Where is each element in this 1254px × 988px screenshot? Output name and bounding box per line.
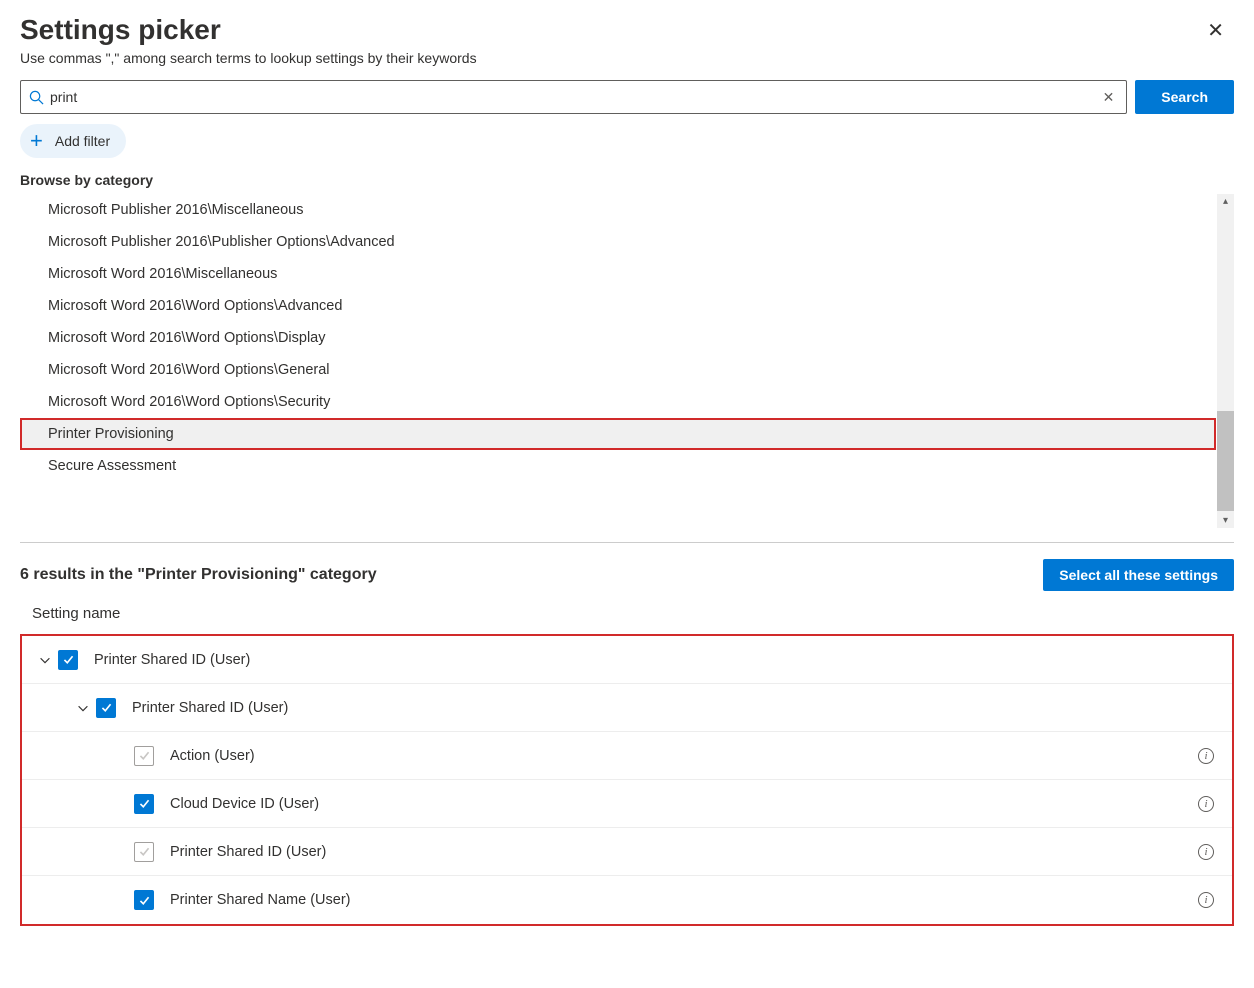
setting-row-cloud-device-id[interactable]: Cloud Device ID (User) i xyxy=(22,780,1232,828)
search-icon xyxy=(29,90,44,105)
scrollbar[interactable]: ▴ ▾ xyxy=(1217,194,1234,528)
category-item[interactable]: Microsoft Word 2016\Word Options\Advance… xyxy=(20,290,1216,322)
category-item[interactable]: Microsoft Word 2016\Miscellaneous xyxy=(20,258,1216,290)
category-item-printer-provisioning[interactable]: Printer Provisioning xyxy=(20,418,1216,450)
scroll-down-icon[interactable]: ▾ xyxy=(1223,513,1228,528)
category-list: Microsoft Publisher 2016\Miscellaneous M… xyxy=(20,194,1216,528)
setting-row-printer-shared-name[interactable]: Printer Shared Name (User) i xyxy=(22,876,1232,924)
plus-icon: + xyxy=(30,130,43,152)
setting-name: Printer Shared ID (User) xyxy=(170,844,1198,860)
category-item[interactable]: Microsoft Word 2016\Word Options\Securit… xyxy=(20,386,1216,418)
category-item[interactable]: Microsoft Publisher 2016\Miscellaneous xyxy=(20,194,1216,226)
setting-row-printer-shared-id[interactable]: Printer Shared ID (User) xyxy=(22,636,1232,684)
setting-name: Cloud Device ID (User) xyxy=(170,796,1198,812)
browse-by-category-label: Browse by category xyxy=(20,172,1234,188)
info-icon[interactable]: i xyxy=(1198,748,1214,764)
info-icon[interactable]: i xyxy=(1198,844,1214,860)
page-title: Settings picker xyxy=(20,14,477,46)
info-icon[interactable]: i xyxy=(1198,796,1214,812)
chevron-down-icon[interactable] xyxy=(32,653,58,667)
setting-row-printer-shared-id-child[interactable]: Printer Shared ID (User) i xyxy=(22,828,1232,876)
column-header-setting-name: Setting name xyxy=(20,605,1234,634)
checkbox[interactable] xyxy=(134,890,154,910)
select-all-button[interactable]: Select all these settings xyxy=(1043,559,1234,591)
search-input[interactable] xyxy=(50,82,1099,112)
checkbox[interactable] xyxy=(96,698,116,718)
checkbox[interactable] xyxy=(58,650,78,670)
setting-name: Printer Shared Name (User) xyxy=(170,892,1198,908)
page-subtitle: Use commas "," among search terms to loo… xyxy=(20,50,477,66)
add-filter-button[interactable]: + Add filter xyxy=(20,124,126,158)
scroll-thumb[interactable] xyxy=(1217,411,1234,511)
checkbox[interactable] xyxy=(134,794,154,814)
scroll-up-icon[interactable]: ▴ xyxy=(1223,194,1228,209)
clear-search-icon[interactable]: ✕ xyxy=(1099,89,1119,106)
category-item[interactable]: Microsoft Publisher 2016\Publisher Optio… xyxy=(20,226,1216,258)
setting-name: Printer Shared ID (User) xyxy=(94,652,1214,668)
search-box[interactable]: ✕ xyxy=(20,80,1127,114)
results-list: Printer Shared ID (User) Printer Shared … xyxy=(20,634,1234,926)
category-item[interactable]: Microsoft Word 2016\Word Options\General xyxy=(20,354,1216,386)
divider xyxy=(20,542,1234,543)
checkbox[interactable] xyxy=(134,842,154,862)
setting-name: Printer Shared ID (User) xyxy=(132,700,1214,716)
setting-row-printer-shared-id-nested[interactable]: Printer Shared ID (User) xyxy=(22,684,1232,732)
category-item[interactable]: Secure Assessment xyxy=(20,450,1216,482)
checkbox[interactable] xyxy=(134,746,154,766)
results-summary: 6 results in the "Printer Provisioning" … xyxy=(20,566,377,584)
setting-name: Action (User) xyxy=(170,748,1198,764)
search-button[interactable]: Search xyxy=(1135,80,1234,114)
setting-row-action[interactable]: Action (User) i xyxy=(22,732,1232,780)
close-icon[interactable]: ✕ xyxy=(1197,14,1234,47)
add-filter-label: Add filter xyxy=(55,133,110,149)
chevron-down-icon[interactable] xyxy=(70,701,96,715)
category-item[interactable]: Microsoft Word 2016\Word Options\Display xyxy=(20,322,1216,354)
info-icon[interactable]: i xyxy=(1198,892,1214,908)
